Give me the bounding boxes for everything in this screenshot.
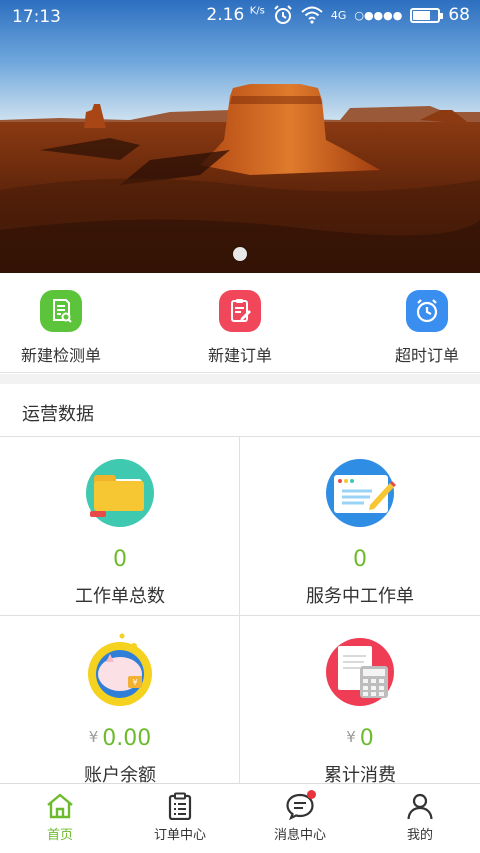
network-speed: 2.16 K/s xyxy=(206,5,264,25)
overdue-orders-label: 超时订单 xyxy=(394,346,459,365)
in-service-orders-card[interactable]: 0 服务中工作单 xyxy=(240,437,480,616)
account-balance-value: ¥0.00 xyxy=(0,726,239,751)
total-spending-number: 0 xyxy=(359,726,374,751)
alarm-clock-icon xyxy=(406,290,448,332)
tab-profile-label: 我的 xyxy=(406,828,433,843)
network-type: 4G xyxy=(330,8,347,22)
tab-home-label: 首页 xyxy=(46,828,73,843)
status-time: 17:13 xyxy=(12,7,61,27)
unread-badge xyxy=(307,790,316,799)
carousel-indicator[interactable] xyxy=(233,247,247,261)
total-spending-value: ¥0 xyxy=(240,726,480,751)
new-inspection-label: 新建检测单 xyxy=(20,346,101,365)
new-order-icon xyxy=(219,290,261,332)
account-balance-number: 0.00 xyxy=(102,726,152,751)
calculator-icon xyxy=(326,638,394,706)
speed-unit: K/s xyxy=(249,5,265,17)
new-inspection-button[interactable]: 新建检测单 xyxy=(0,290,126,366)
piggy-bank-icon: ¥ xyxy=(88,633,152,706)
quick-actions: 新建检测单 新建订单 超时订单 xyxy=(0,273,480,373)
operations-grid: 0 工作单总数 0 服务中工作单 ¥ ¥0.00 账户余额 ¥ 0 累计消费 xyxy=(0,436,480,784)
total-work-orders-value: 0 xyxy=(0,547,240,572)
account-balance-label: 账户余额 xyxy=(84,765,156,784)
account-balance-currency: ¥ xyxy=(88,728,99,746)
alarm-icon xyxy=(274,5,292,24)
bottom-tab-bar: 首页 订单中心 消息中心 我的 xyxy=(0,783,480,853)
svg-text:¥: ¥ xyxy=(132,678,137,687)
new-order-label: 新建订单 xyxy=(207,346,272,365)
folder-icon xyxy=(86,459,154,527)
home-icon xyxy=(47,793,73,819)
tab-message-center-label: 消息中心 xyxy=(273,828,326,843)
tab-order-center[interactable]: 订单中心 xyxy=(120,792,240,843)
in-service-orders-number: 0 xyxy=(353,547,367,572)
total-work-orders-card[interactable]: 0 工作单总数 xyxy=(0,437,240,616)
account-balance-card[interactable]: ¥ ¥0.00 账户余额 xyxy=(0,616,240,784)
total-work-orders-number: 0 xyxy=(113,547,127,572)
tab-message-center[interactable]: 消息中心 xyxy=(240,790,360,843)
battery-icon xyxy=(410,7,444,23)
overdue-orders-button[interactable]: 超时订单 xyxy=(362,290,480,366)
in-service-orders-value: 0 xyxy=(240,547,480,572)
banner-image xyxy=(0,0,480,273)
status-bar: 17:13 2.16 K/s 4G ○●●●● 68 xyxy=(0,0,480,34)
total-spending-card[interactable]: ¥0 累计消费 xyxy=(240,616,480,784)
tab-order-center-label: 订单中心 xyxy=(153,828,206,843)
speed-value: 2.16 xyxy=(206,5,245,25)
battery-level: 68 xyxy=(448,5,470,25)
inspection-doc-icon xyxy=(40,290,82,332)
hero-banner[interactable]: 17:13 2.16 K/s 4G ○●●●● 68 xyxy=(0,0,480,273)
tab-profile[interactable]: 我的 xyxy=(360,792,480,843)
new-order-button[interactable]: 新建订单 xyxy=(175,290,305,366)
section-divider xyxy=(0,374,480,384)
tab-home[interactable]: 首页 xyxy=(0,792,120,843)
signal-strength-icon: ○●●●● xyxy=(354,8,403,22)
in-service-orders-label: 服务中工作单 xyxy=(306,586,414,607)
person-icon xyxy=(407,793,433,820)
total-spending-label: 累计消费 xyxy=(324,765,396,784)
operations-title: 运营数据 xyxy=(22,404,94,425)
total-work-orders-label: 工作单总数 xyxy=(75,586,165,607)
wifi-icon xyxy=(301,6,323,24)
clipboard-icon xyxy=(168,792,192,820)
document-pencil-icon xyxy=(326,459,396,527)
total-spending-currency: ¥ xyxy=(346,728,356,746)
